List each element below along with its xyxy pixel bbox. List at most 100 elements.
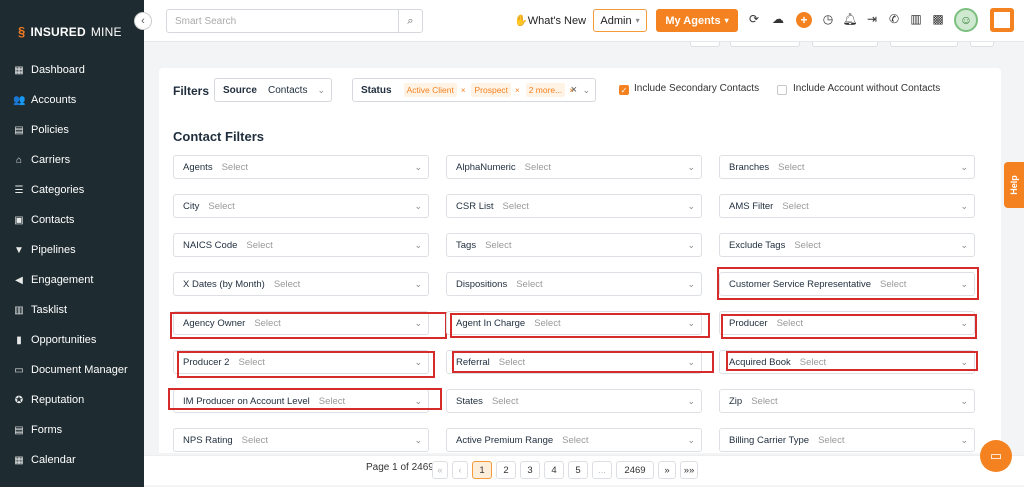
whats-new-link[interactable]: ✋What's New [514, 14, 586, 27]
filter-select-csr-list[interactable]: CSR List Select ⌄ [446, 194, 702, 218]
calculator-icon[interactable]: ▥ [908, 12, 924, 26]
sidebar-collapse-button[interactable]: ‹ [134, 12, 152, 30]
first-page-button[interactable]: « [432, 461, 448, 479]
add-button[interactable]: + [796, 12, 812, 28]
sidebar-item-label: Engagement [31, 274, 94, 286]
app-logo[interactable]: § INSURED MINE [18, 24, 122, 39]
chip-icon[interactable]: ▩ [930, 12, 946, 26]
sidebar-item-policies[interactable]: ▤ Policies [0, 115, 144, 145]
filter-select-x-dates-by-month[interactable]: X Dates (by Month) Select ⌄ [173, 272, 429, 296]
search-input[interactable] [167, 15, 398, 27]
chevron-down-icon: ⌄ [582, 84, 590, 95]
app-switcher-icon[interactable] [990, 8, 1014, 32]
sidebar-item-engagement[interactable]: ◀ Engagement [0, 265, 144, 295]
filter-label: Branches [729, 161, 770, 173]
chevron-down-icon: ⌄ [414, 278, 422, 289]
status-select[interactable]: Status Active Client × Prospect × 2 more..… [352, 78, 596, 102]
page-button-3[interactable]: 3 [520, 461, 540, 479]
filter-select-nps-rating[interactable]: NPS Rating Select ⌄ [173, 428, 429, 452]
page-button-1[interactable]: 1 [472, 461, 492, 479]
filter-select-ams-filter[interactable]: AMS Filter Select ⌄ [719, 194, 975, 218]
sidebar-item-dashboard[interactable]: ▦ Dashboard [0, 55, 144, 85]
sidebar-item-carriers[interactable]: ⌂ Carriers [0, 145, 144, 175]
calendar-icon: ▦ [14, 454, 24, 466]
sidebar-item-calendar[interactable]: ▦ Calendar [0, 445, 144, 475]
chevron-down-icon: ▾ [635, 16, 640, 25]
filter-select-city[interactable]: City Select ⌄ [173, 194, 429, 218]
sidebar-item-document-manager[interactable]: ▭ Document Manager [0, 355, 144, 385]
filter-select-tags[interactable]: Tags Select ⌄ [446, 233, 702, 257]
refresh-icon[interactable]: ⟳ [746, 12, 762, 26]
logout-icon[interactable]: ⇥ [864, 12, 880, 26]
bell-icon[interactable]: 🔔︎ [842, 12, 858, 26]
sidebar-item-label: Carriers [31, 154, 71, 166]
include-without-contacts-checkbox[interactable] [777, 85, 787, 95]
sidebar-item-forms[interactable]: ▤ Forms [0, 415, 144, 445]
filter-select-branches[interactable]: Branches Select ⌄ [719, 155, 975, 179]
prev-page-button[interactable]: ‹ [452, 461, 468, 479]
avatar[interactable]: ☺ [954, 8, 978, 32]
sidebar-nav: ▦ Dashboard 👥 Accounts ▤ Policies ⌂ Carriers… [0, 55, 144, 475]
filter-select-billing-carrier-type[interactable]: Billing Carrier Type Select ⌄ [719, 428, 975, 452]
contacts-icon: ▣ [14, 214, 24, 226]
include-secondary-checkbox[interactable]: ✓ [619, 85, 629, 95]
chip-remove-icon[interactable]: × [515, 86, 520, 95]
filter-placeholder: Select [241, 434, 269, 446]
filter-select-agents[interactable]: Agents Select ⌄ [173, 155, 429, 179]
tasklist-icon: ▥ [14, 304, 24, 316]
filter-select-states[interactable]: States Select ⌄ [446, 389, 702, 413]
highlight-box [721, 314, 977, 339]
my-agents-dropdown[interactable]: My Agents ▾ [656, 9, 738, 32]
admin-label: Admin [600, 14, 632, 27]
filter-select-exclude-tags[interactable]: Exclude Tags Select ⌄ [719, 233, 975, 257]
logo-mark-icon: § [18, 24, 26, 39]
filter-placeholder: Select [221, 161, 248, 173]
sidebar-item-reputation[interactable]: ✪ Reputation [0, 385, 144, 415]
filter-select-alphanumeric[interactable]: AlphaNumeric Select ⌄ [446, 155, 702, 179]
phone-icon[interactable]: ✆ [886, 12, 902, 26]
last-page-button[interactable]: »» [680, 461, 698, 479]
source-select[interactable]: Source Contacts ⌄ [214, 78, 332, 102]
next-page-button[interactable]: » [658, 461, 676, 479]
page-button-5[interactable]: 5 [568, 461, 588, 479]
my-agents-label: My Agents [665, 14, 721, 27]
clear-icon[interactable]: × [571, 84, 577, 96]
source-value: Contacts [268, 84, 308, 96]
chevron-down-icon: ⌄ [960, 434, 968, 445]
filter-placeholder: Select [794, 239, 821, 251]
sidebar-item-contacts[interactable]: ▣ Contacts [0, 205, 144, 235]
cloud-icon[interactable]: ☁ [770, 12, 786, 26]
filter-label: Active Premium Range [456, 434, 554, 446]
filters-card: Filters Source Contacts ⌄ Status Active … [159, 68, 1001, 453]
clock-icon[interactable]: ◷ [820, 12, 836, 26]
filter-label: Dispositions [456, 278, 508, 290]
source-key: Source [223, 84, 257, 96]
filter-select-naics-code[interactable]: NAICS Code Select ⌄ [173, 233, 429, 257]
include-without-contacts-label: Include Account without Contacts [793, 83, 941, 94]
page-button-4[interactable]: 4 [544, 461, 564, 479]
search-button[interactable]: ⌕ [398, 10, 422, 32]
admin-dropdown[interactable]: Admin ▾ [593, 9, 647, 32]
filter-select-zip[interactable]: Zip Select ⌄ [719, 389, 975, 413]
filter-select-active-premium-range[interactable]: Active Premium Range Select ⌄ [446, 428, 702, 452]
filter-label: Agents [183, 161, 213, 173]
page-button-2[interactable]: 2 [496, 461, 516, 479]
filter-placeholder: Select [246, 239, 273, 251]
sidebar-item-label: Tasklist [31, 304, 68, 316]
sidebar-item-opportunities[interactable]: ▮ Opportunities [0, 325, 144, 355]
filter-label: AlphaNumeric [456, 161, 516, 173]
help-tab[interactable]: Help [1004, 162, 1024, 208]
chat-icon: ▭ [989, 448, 1003, 463]
ghost-control [690, 42, 720, 47]
filter-placeholder: Select [818, 434, 845, 446]
sidebar-item-accounts[interactable]: 👥 Accounts [0, 85, 144, 115]
page-button-last[interactable]: 2469 [616, 461, 654, 479]
sidebar-item-pipelines[interactable]: ▼ Pipelines [0, 235, 144, 265]
sidebar-item-tasklist[interactable]: ▥ Tasklist [0, 295, 144, 325]
filter-select-dispositions[interactable]: Dispositions Select ⌄ [446, 272, 702, 296]
filter-label: X Dates (by Month) [183, 278, 265, 290]
dashboard-icon: ▦ [14, 64, 24, 76]
chat-button[interactable]: ▭ [980, 440, 1012, 472]
chip-remove-icon[interactable]: × [461, 86, 466, 95]
sidebar-item-categories[interactable]: ☰ Categories [0, 175, 144, 205]
